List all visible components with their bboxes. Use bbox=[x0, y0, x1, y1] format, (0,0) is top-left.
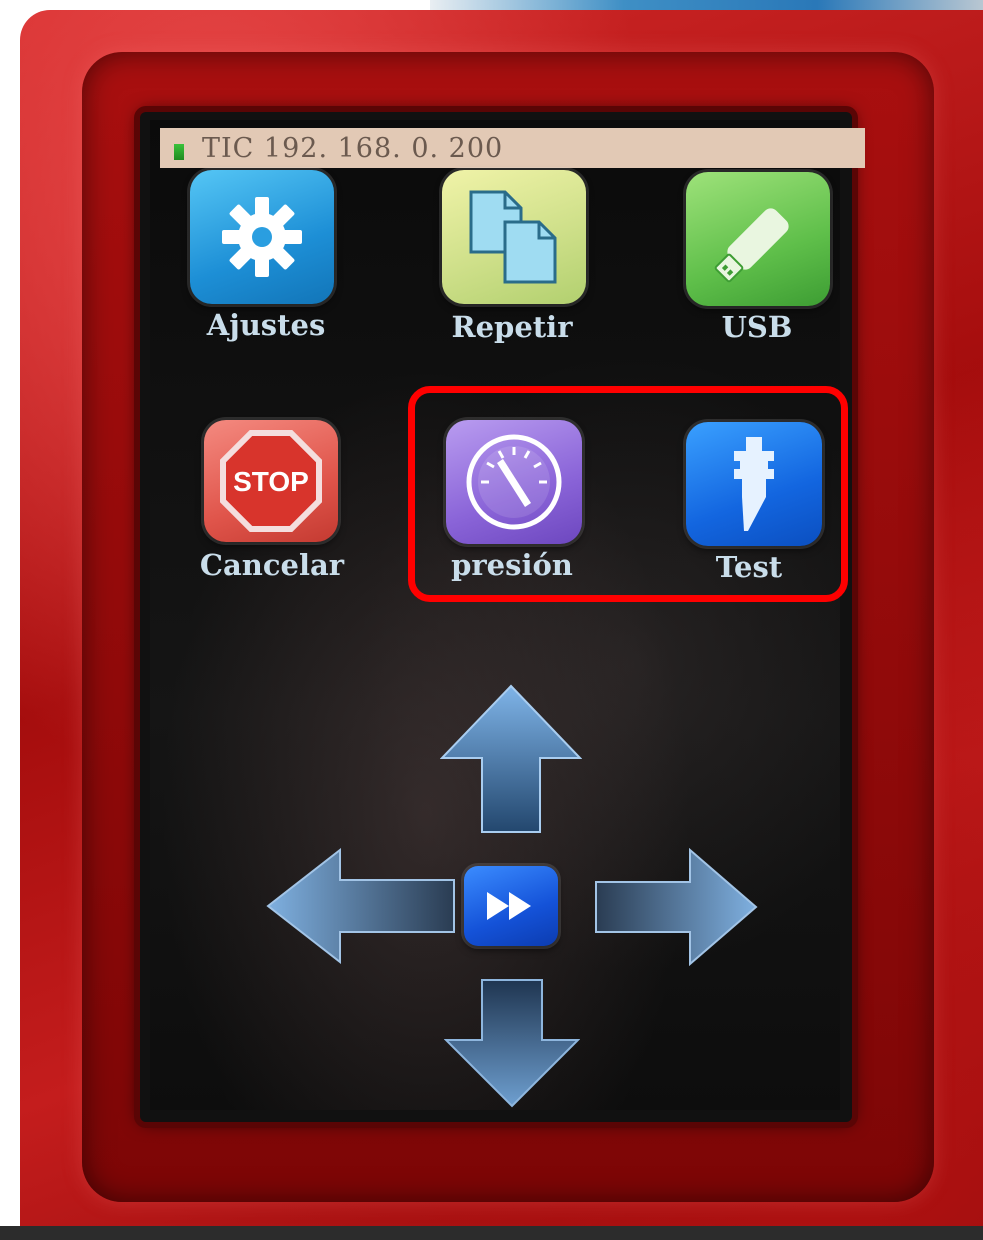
usb-drive-icon bbox=[714, 208, 789, 283]
arrow-up-icon[interactable] bbox=[440, 684, 582, 834]
highlight-box bbox=[408, 386, 848, 602]
settings-button[interactable] bbox=[190, 170, 334, 304]
arrow-right-icon[interactable] bbox=[594, 848, 758, 966]
status-bar: TIC 192. 168. 0. 200 bbox=[160, 128, 865, 168]
stop-sign-text: STOP bbox=[233, 466, 309, 497]
signal-icon bbox=[174, 136, 186, 160]
repeat-button[interactable] bbox=[442, 170, 586, 304]
ip-address: TIC 192. 168. 0. 200 bbox=[202, 132, 504, 164]
stop-sign-icon: STOP bbox=[220, 430, 322, 532]
fast-forward-icon bbox=[487, 892, 531, 920]
documents-icon bbox=[469, 190, 557, 284]
speed-button[interactable] bbox=[464, 866, 558, 946]
settings-label: Ajustes bbox=[206, 308, 326, 342]
usb-label: USB bbox=[721, 310, 793, 344]
device-photo: TIC 192. 168. 0. 200 Ajustes Repetir USB… bbox=[0, 0, 983, 1240]
arrow-down-icon[interactable] bbox=[444, 978, 580, 1108]
arrow-left-icon[interactable] bbox=[266, 848, 456, 964]
table-edge bbox=[0, 1226, 983, 1240]
usb-button[interactable] bbox=[686, 172, 830, 306]
repeat-label: Repetir bbox=[451, 310, 573, 344]
cancel-label: Cancelar bbox=[199, 548, 345, 582]
cancel-button[interactable]: STOP bbox=[204, 420, 338, 542]
gear-icon bbox=[222, 197, 302, 277]
